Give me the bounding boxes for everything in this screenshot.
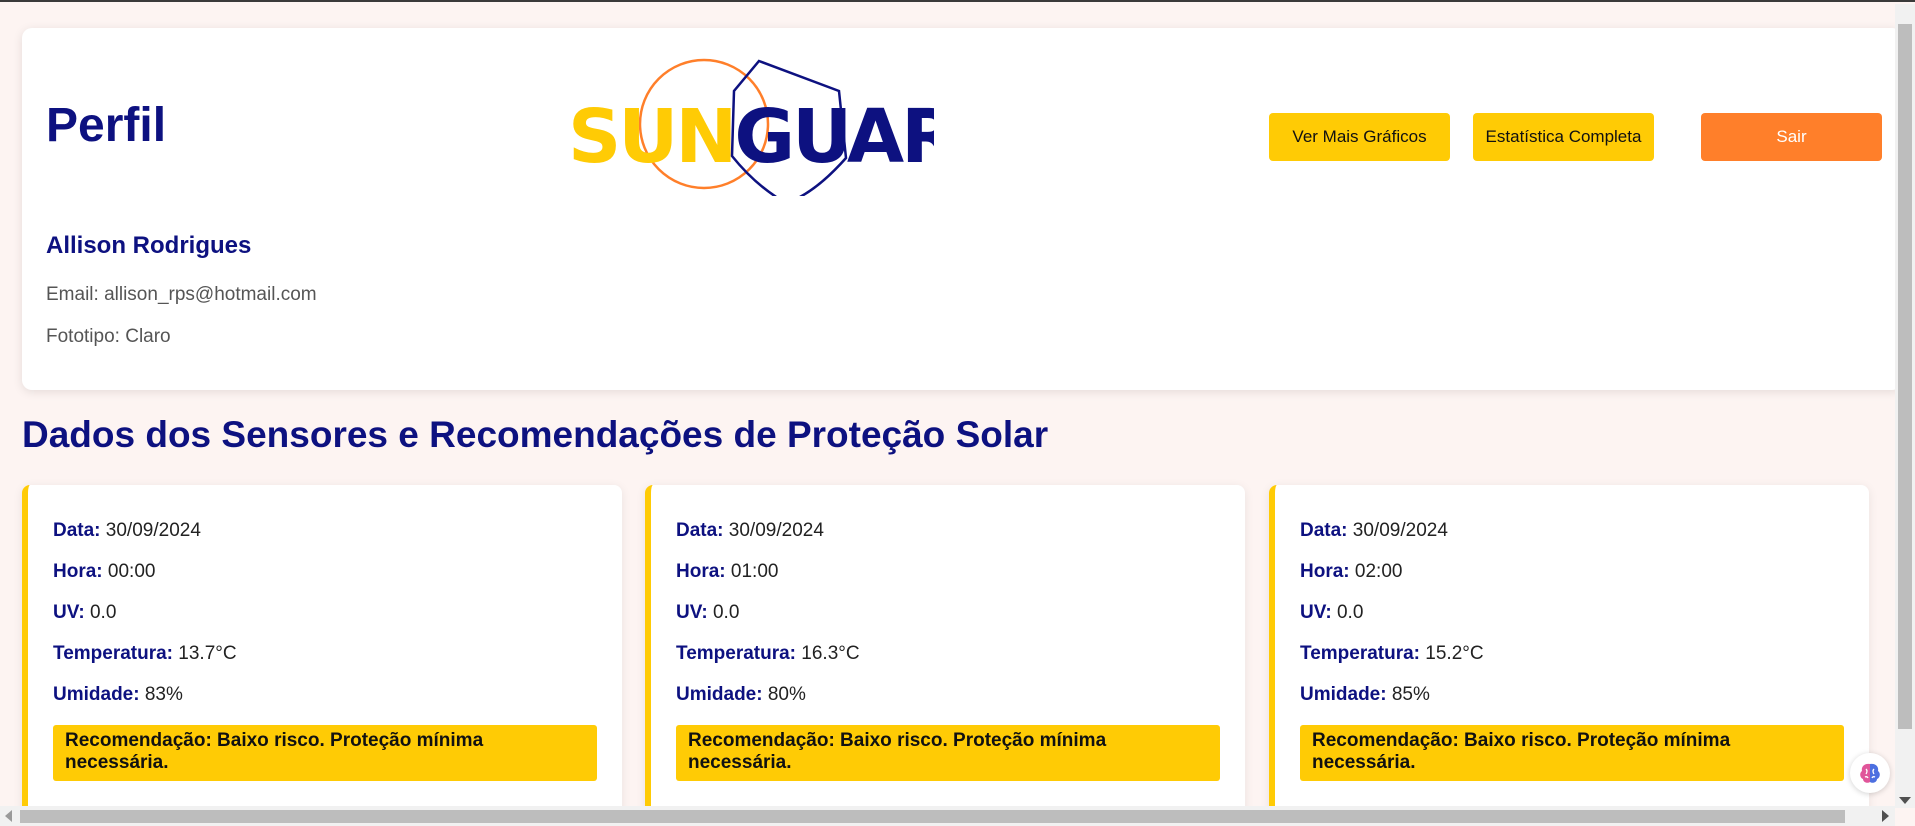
reading-temperature: Temperatura: 15.2°C xyxy=(1300,643,1484,665)
hour-value: 00:00 xyxy=(107,561,156,582)
phototype-value: Claro xyxy=(125,326,171,347)
temperature-value: 13.7°C xyxy=(178,643,237,664)
date-value: 30/09/2024 xyxy=(105,520,201,541)
humidity-label: Umidade: xyxy=(53,684,140,705)
full-statistics-button[interactable]: Estatística Completa xyxy=(1473,113,1654,161)
hour-value: 01:00 xyxy=(730,561,779,582)
sensor-card: Data: 30/09/2024 Hora: 02:00 UV: 0.0 Tem… xyxy=(1269,485,1869,808)
uv-value: 0.0 xyxy=(1336,602,1364,623)
scroll-down-arrow-icon[interactable] xyxy=(1899,797,1911,804)
logout-button[interactable]: Sair xyxy=(1701,113,1882,161)
reading-date: Data: 30/09/2024 xyxy=(53,520,201,542)
reading-humidity: Umidade: 85% xyxy=(1300,684,1430,706)
date-label: Data: xyxy=(1300,520,1348,541)
vertical-scrollbar[interactable] xyxy=(1895,4,1915,808)
recommendation-banner: Recomendação: Baixo risco. Proteção míni… xyxy=(1300,725,1844,781)
date-label: Data: xyxy=(53,520,101,541)
humidity-label: Umidade: xyxy=(1300,684,1387,705)
date-value: 30/09/2024 xyxy=(728,520,824,541)
reading-hour: Hora: 01:00 xyxy=(676,561,778,583)
reading-date: Data: 30/09/2024 xyxy=(1300,520,1448,542)
date-value: 30/09/2024 xyxy=(1352,520,1448,541)
logo-text-guard: GUARD xyxy=(734,94,934,180)
hour-value: 02:00 xyxy=(1354,561,1403,582)
hour-label: Hora: xyxy=(1300,561,1350,582)
sensor-card: Data: 30/09/2024 Hora: 00:00 UV: 0.0 Tem… xyxy=(22,485,622,808)
humidity-value: 85% xyxy=(1391,684,1430,705)
sensor-card: Data: 30/09/2024 Hora: 01:00 UV: 0.0 Tem… xyxy=(645,485,1245,808)
scroll-left-arrow-icon[interactable] xyxy=(5,810,12,822)
reading-hour: Hora: 00:00 xyxy=(53,561,155,583)
humidity-value: 83% xyxy=(144,684,183,705)
humidity-value: 80% xyxy=(767,684,806,705)
user-name: Allison Rodrigues xyxy=(46,232,252,259)
brain-icon xyxy=(1860,763,1880,783)
reading-temperature: Temperatura: 13.7°C xyxy=(53,643,237,665)
uv-value: 0.0 xyxy=(712,602,740,623)
temperature-value: 16.3°C xyxy=(801,643,860,664)
user-phototype: Fototipo: Claro xyxy=(46,326,171,348)
svg-text:SUNGUARD: SUNGUARD xyxy=(568,94,934,180)
uv-label: UV: xyxy=(1300,602,1332,623)
reading-uv: UV: 0.0 xyxy=(1300,602,1363,624)
recommendation-banner: Recomendação: Baixo risco. Proteção míni… xyxy=(676,725,1220,781)
temperature-label: Temperatura: xyxy=(53,643,174,664)
profile-card: Perfil SUNGUARD Ver Mais Gráficos Estatí… xyxy=(22,28,1895,390)
uv-label: UV: xyxy=(676,602,708,623)
sensor-section-title: Dados dos Sensores e Recomendações de Pr… xyxy=(22,414,1049,455)
page-viewport: Perfil SUNGUARD Ver Mais Gráficos Estatí… xyxy=(0,4,1895,808)
humidity-label: Umidade: xyxy=(676,684,763,705)
reading-hour: Hora: 02:00 xyxy=(1300,561,1402,583)
reading-uv: UV: 0.0 xyxy=(676,602,739,624)
date-label: Data: xyxy=(676,520,724,541)
reading-temperature: Temperatura: 16.3°C xyxy=(676,643,860,665)
horizontal-scrollbar-thumb[interactable] xyxy=(20,810,1845,823)
phototype-label: Fototipo: xyxy=(46,326,120,347)
user-email: Email: allison_rps@hotmail.com xyxy=(46,284,317,306)
logo-text-sun: SUN xyxy=(568,94,734,180)
page-title: Perfil xyxy=(46,99,167,152)
temperature-label: Temperatura: xyxy=(676,643,797,664)
recommendation-banner: Recomendação: Baixo risco. Proteção míni… xyxy=(53,725,597,781)
reading-humidity: Umidade: 83% xyxy=(53,684,183,706)
uv-label: UV: xyxy=(53,602,85,623)
email-label: Email: xyxy=(46,284,99,305)
vertical-scrollbar-thumb[interactable] xyxy=(1898,24,1912,729)
sunguard-logo: SUNGUARD xyxy=(568,58,934,196)
temperature-value: 15.2°C xyxy=(1425,643,1484,664)
reading-humidity: Umidade: 80% xyxy=(676,684,806,706)
reading-date: Data: 30/09/2024 xyxy=(676,520,824,542)
email-value: allison_rps@hotmail.com xyxy=(104,284,317,305)
hour-label: Hora: xyxy=(676,561,726,582)
uv-value: 0.0 xyxy=(89,602,117,623)
more-charts-button[interactable]: Ver Mais Gráficos xyxy=(1269,113,1450,161)
horizontal-scrollbar[interactable] xyxy=(0,806,1895,826)
ai-assistant-button[interactable] xyxy=(1850,753,1890,793)
hour-label: Hora: xyxy=(53,561,103,582)
reading-uv: UV: 0.0 xyxy=(53,602,116,624)
scroll-right-arrow-icon[interactable] xyxy=(1882,810,1889,822)
temperature-label: Temperatura: xyxy=(1300,643,1421,664)
